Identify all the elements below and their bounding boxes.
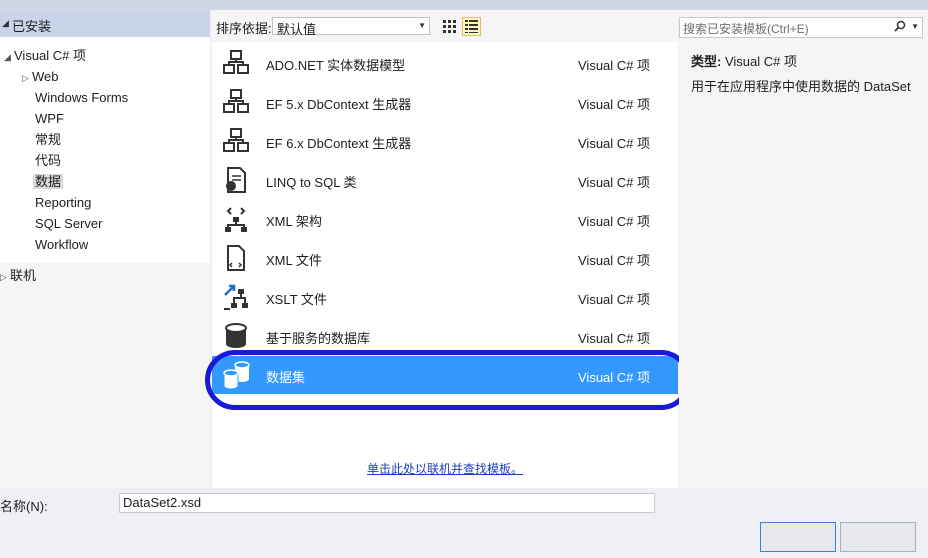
collapse-arrow-icon: ◢: [2, 18, 9, 28]
template-row-xslt-file[interactable]: XSLT 文件 Visual C# 项: [212, 278, 678, 316]
tree-body: ◢ Visual C# 项 ▷ Web Windows Forms WPF 常规 代…: [0, 37, 210, 263]
tree-node-windows-forms[interactable]: Windows Forms: [35, 88, 128, 108]
template-row-dataset[interactable]: 数据集 Visual C# 项: [212, 356, 678, 394]
tree-node-label: 联机: [10, 268, 37, 283]
tree-node-workflow[interactable]: Workflow: [35, 235, 88, 255]
tree-node-label: Visual C# 项: [14, 48, 87, 63]
template-category: Visual C# 项: [578, 58, 651, 73]
template-category: Visual C# 项: [578, 331, 651, 346]
template-description: 类型: Visual C# 项 用于在应用程序中使用数据的 DataSet: [691, 51, 927, 488]
template-row-service-database[interactable]: 基于服务的数据库 Visual C# 项: [212, 317, 678, 355]
search-box[interactable]: 搜索已安装模板(Ctrl+E) ▼: [679, 17, 923, 38]
title-bar: [0, 0, 928, 10]
template-category: Visual C# 项: [578, 214, 651, 229]
tree-node-wpf[interactable]: WPF: [35, 109, 64, 129]
database-icon: [225, 323, 247, 348]
tree-node-label: Web: [32, 69, 59, 84]
template-name: 基于服务的数据库: [266, 331, 371, 346]
tree-node-label-selected: 数据: [33, 174, 64, 189]
template-row-linq-to-sql[interactable]: LINQ to SQL 类 Visual C# 项: [212, 161, 678, 199]
template-category: Visual C# 项: [578, 97, 651, 112]
template-list-panel: 排序依据: 默认值 ▼ ADO.NET 实体数据模型 Visual C# 项 E…: [212, 10, 678, 488]
template-row-ado-net[interactable]: ADO.NET 实体数据模型 Visual C# 项: [212, 44, 678, 82]
template-category-tree: ◢ 已安装 ◢ Visual C# 项 ▷ Web Windows Forms WP…: [0, 10, 210, 488]
chevron-down-icon[interactable]: ▼: [911, 22, 919, 31]
template-row-ef5-dbcontext[interactable]: EF 5.x DbContext 生成器 Visual C# 项: [212, 83, 678, 121]
sort-toolbar: 排序依据: 默认值 ▼: [212, 10, 678, 42]
tree-node-visual-csharp[interactable]: ◢ Visual C# 项: [4, 46, 86, 66]
template-name: XSLT 文件: [266, 292, 327, 307]
template-name: LINQ to SQL 类: [266, 175, 357, 190]
grid-view-button[interactable]: [440, 17, 459, 36]
tree-node-online[interactable]: ▷ 联机: [0, 266, 36, 286]
find-online-templates-link[interactable]: 单击此处以联机并查找模板。: [367, 460, 523, 477]
xml-file-icon: [227, 245, 245, 271]
bottom-bar: 名称(N): DataSet2.xsd: [0, 488, 928, 558]
cancel-button[interactable]: [840, 522, 916, 552]
linq-sql-icon: [226, 167, 246, 193]
template-category: Visual C# 项: [578, 292, 651, 307]
tree-node-general[interactable]: 常规: [35, 130, 61, 150]
tree-node-code[interactable]: 代码: [35, 151, 61, 171]
sort-dropdown-value: 默认值: [277, 22, 317, 37]
template-category: Visual C# 项: [578, 136, 651, 151]
search-placeholder: 搜索已安装模板(Ctrl+E): [683, 22, 809, 36]
tree-node-reporting[interactable]: Reporting: [35, 193, 91, 213]
installed-header[interactable]: ◢ 已安装: [0, 10, 210, 37]
dbcontext-generator-icon: [223, 128, 249, 152]
list-view-icon: [465, 20, 478, 33]
chevron-down-icon: ▼: [418, 21, 426, 30]
tree-node-web[interactable]: ▷ Web: [22, 67, 59, 87]
xslt-file-icon: [224, 284, 248, 310]
template-row-xml-file[interactable]: XML 文件 Visual C# 项: [212, 239, 678, 277]
description-text: 用于在应用程序中使用数据的 DataSet: [691, 79, 911, 94]
add-button[interactable]: [760, 522, 836, 552]
template-row-xml-schema[interactable]: XML 架构 Visual C# 项: [212, 200, 678, 238]
collapsed-arrow-icon: ▷: [0, 272, 7, 282]
template-name: EF 5.x DbContext 生成器: [266, 97, 412, 112]
dataset-icon: [223, 361, 250, 389]
type-key: 类型:: [691, 54, 722, 69]
type-line: 类型: Visual C# 项: [691, 51, 797, 70]
template-row-ef6-dbcontext[interactable]: EF 6.x DbContext 生成器 Visual C# 项: [212, 122, 678, 160]
dbcontext-generator-icon: [223, 89, 249, 113]
xml-schema-icon: [225, 207, 247, 232]
name-label: 名称(N):: [0, 499, 48, 514]
collapsed-arrow-icon: ▷: [22, 73, 29, 83]
template-category: Visual C# 项: [578, 370, 651, 385]
details-panel: 搜索已安装模板(Ctrl+E) ▼ 类型: Visual C# 项 用于在应用程…: [679, 10, 928, 488]
template-category: Visual C# 项: [578, 253, 651, 268]
tree-node-sql-server[interactable]: SQL Server: [35, 214, 102, 234]
list-view-button[interactable]: [462, 17, 481, 36]
tree-node-data[interactable]: 数据: [33, 172, 64, 192]
template-name: EF 6.x DbContext 生成器: [266, 136, 412, 151]
template-name: XML 文件: [266, 253, 322, 268]
template-name: ADO.NET 实体数据模型: [266, 58, 406, 73]
expanded-arrow-icon: ◢: [4, 52, 11, 62]
grid-view-icon: [443, 20, 456, 33]
sort-label: 排序依据:: [216, 21, 272, 36]
template-category: Visual C# 项: [578, 175, 651, 190]
search-icon[interactable]: [894, 20, 906, 32]
entity-model-icon: [223, 50, 249, 74]
type-value: Visual C# 项: [724, 54, 797, 69]
name-input[interactable]: DataSet2.xsd: [119, 493, 655, 513]
installed-label: 已安装: [12, 19, 52, 34]
template-name: 数据集: [266, 370, 306, 385]
template-name: XML 架构: [266, 214, 322, 229]
template-list: ADO.NET 实体数据模型 Visual C# 项 EF 5.x DbCont…: [212, 42, 678, 488]
sort-dropdown[interactable]: 默认值 ▼: [272, 17, 430, 37]
